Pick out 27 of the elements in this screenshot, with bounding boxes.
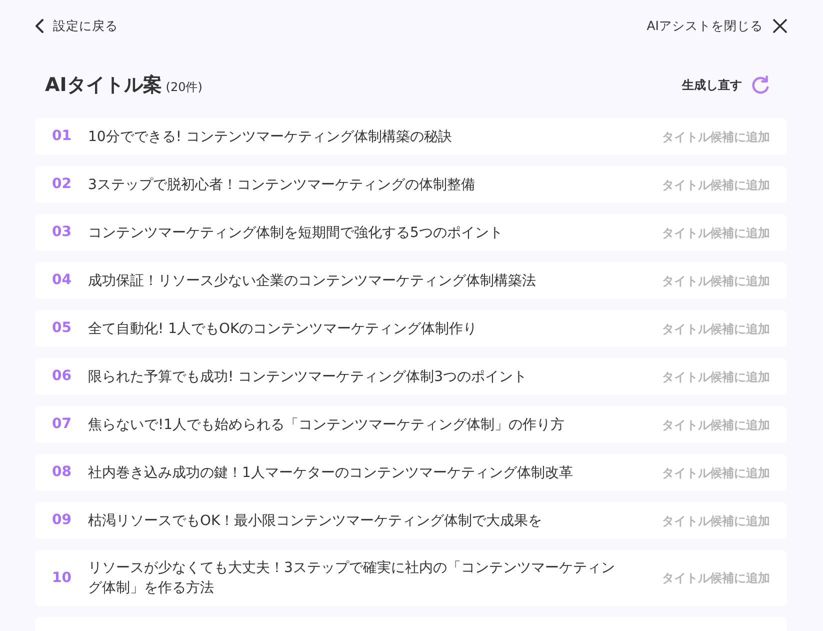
close-assist-link[interactable]: AIアシストを閉じる <box>646 16 787 36</box>
title-text: 成功保証！リソース少ない企業のコンテンツマーケティング体制構築法 <box>88 272 537 290</box>
title-number: 03 <box>52 223 72 242</box>
title-number: 09 <box>52 511 72 530</box>
chevron-left-icon <box>35 19 44 33</box>
title-text: リソースが少なくても大丈夫！3ステップで確実に社内の「コンテンツマーケティング体制」を作る方法 <box>88 559 616 598</box>
title-number: 06 <box>52 367 72 386</box>
title-number: 02 <box>52 175 72 194</box>
title-number: 04 <box>52 271 72 290</box>
title-text: 10分でできる! コンテンツマーケティング体制構築の秘訣 <box>88 128 453 146</box>
regenerate-button[interactable]: 生成し直す <box>682 74 771 96</box>
refresh-icon <box>750 74 771 96</box>
back-link[interactable]: 設定に戻る <box>35 16 118 36</box>
title-number: 05 <box>52 319 72 338</box>
title-text: コンテンツマーケティング体制を短期間で強化する5つのポイント <box>88 224 504 242</box>
close-icon <box>773 19 787 33</box>
title-text: 焦らないで!1人でも始められる「コンテンツマーケティング体制」の作り方 <box>88 416 566 434</box>
title-text: 限られた予算でも成功! コンテンツマーケティング体制3つのポイント <box>88 368 528 386</box>
page-title: AIタイトル案 (20件) <box>45 74 202 96</box>
title-text: 全て自動化! 1人でもOKのコンテンツマーケティング体制作り <box>88 320 478 338</box>
title-number: 07 <box>52 415 72 434</box>
title-text: 3ステップで脱初心者！コンテンツマーケティングの体制整備 <box>88 176 476 194</box>
title-number: 08 <box>52 463 72 482</box>
title-number: 10 <box>52 568 72 588</box>
title-number: 01 <box>52 127 72 146</box>
title-text: 社内巻き込み成功の鍵！1人マーケターのコンテンツマーケティング体制改革 <box>88 464 574 482</box>
title-text: 枯渇リソースでもOK！最小限コンテンツマーケティング体制で大成果を <box>88 512 544 530</box>
